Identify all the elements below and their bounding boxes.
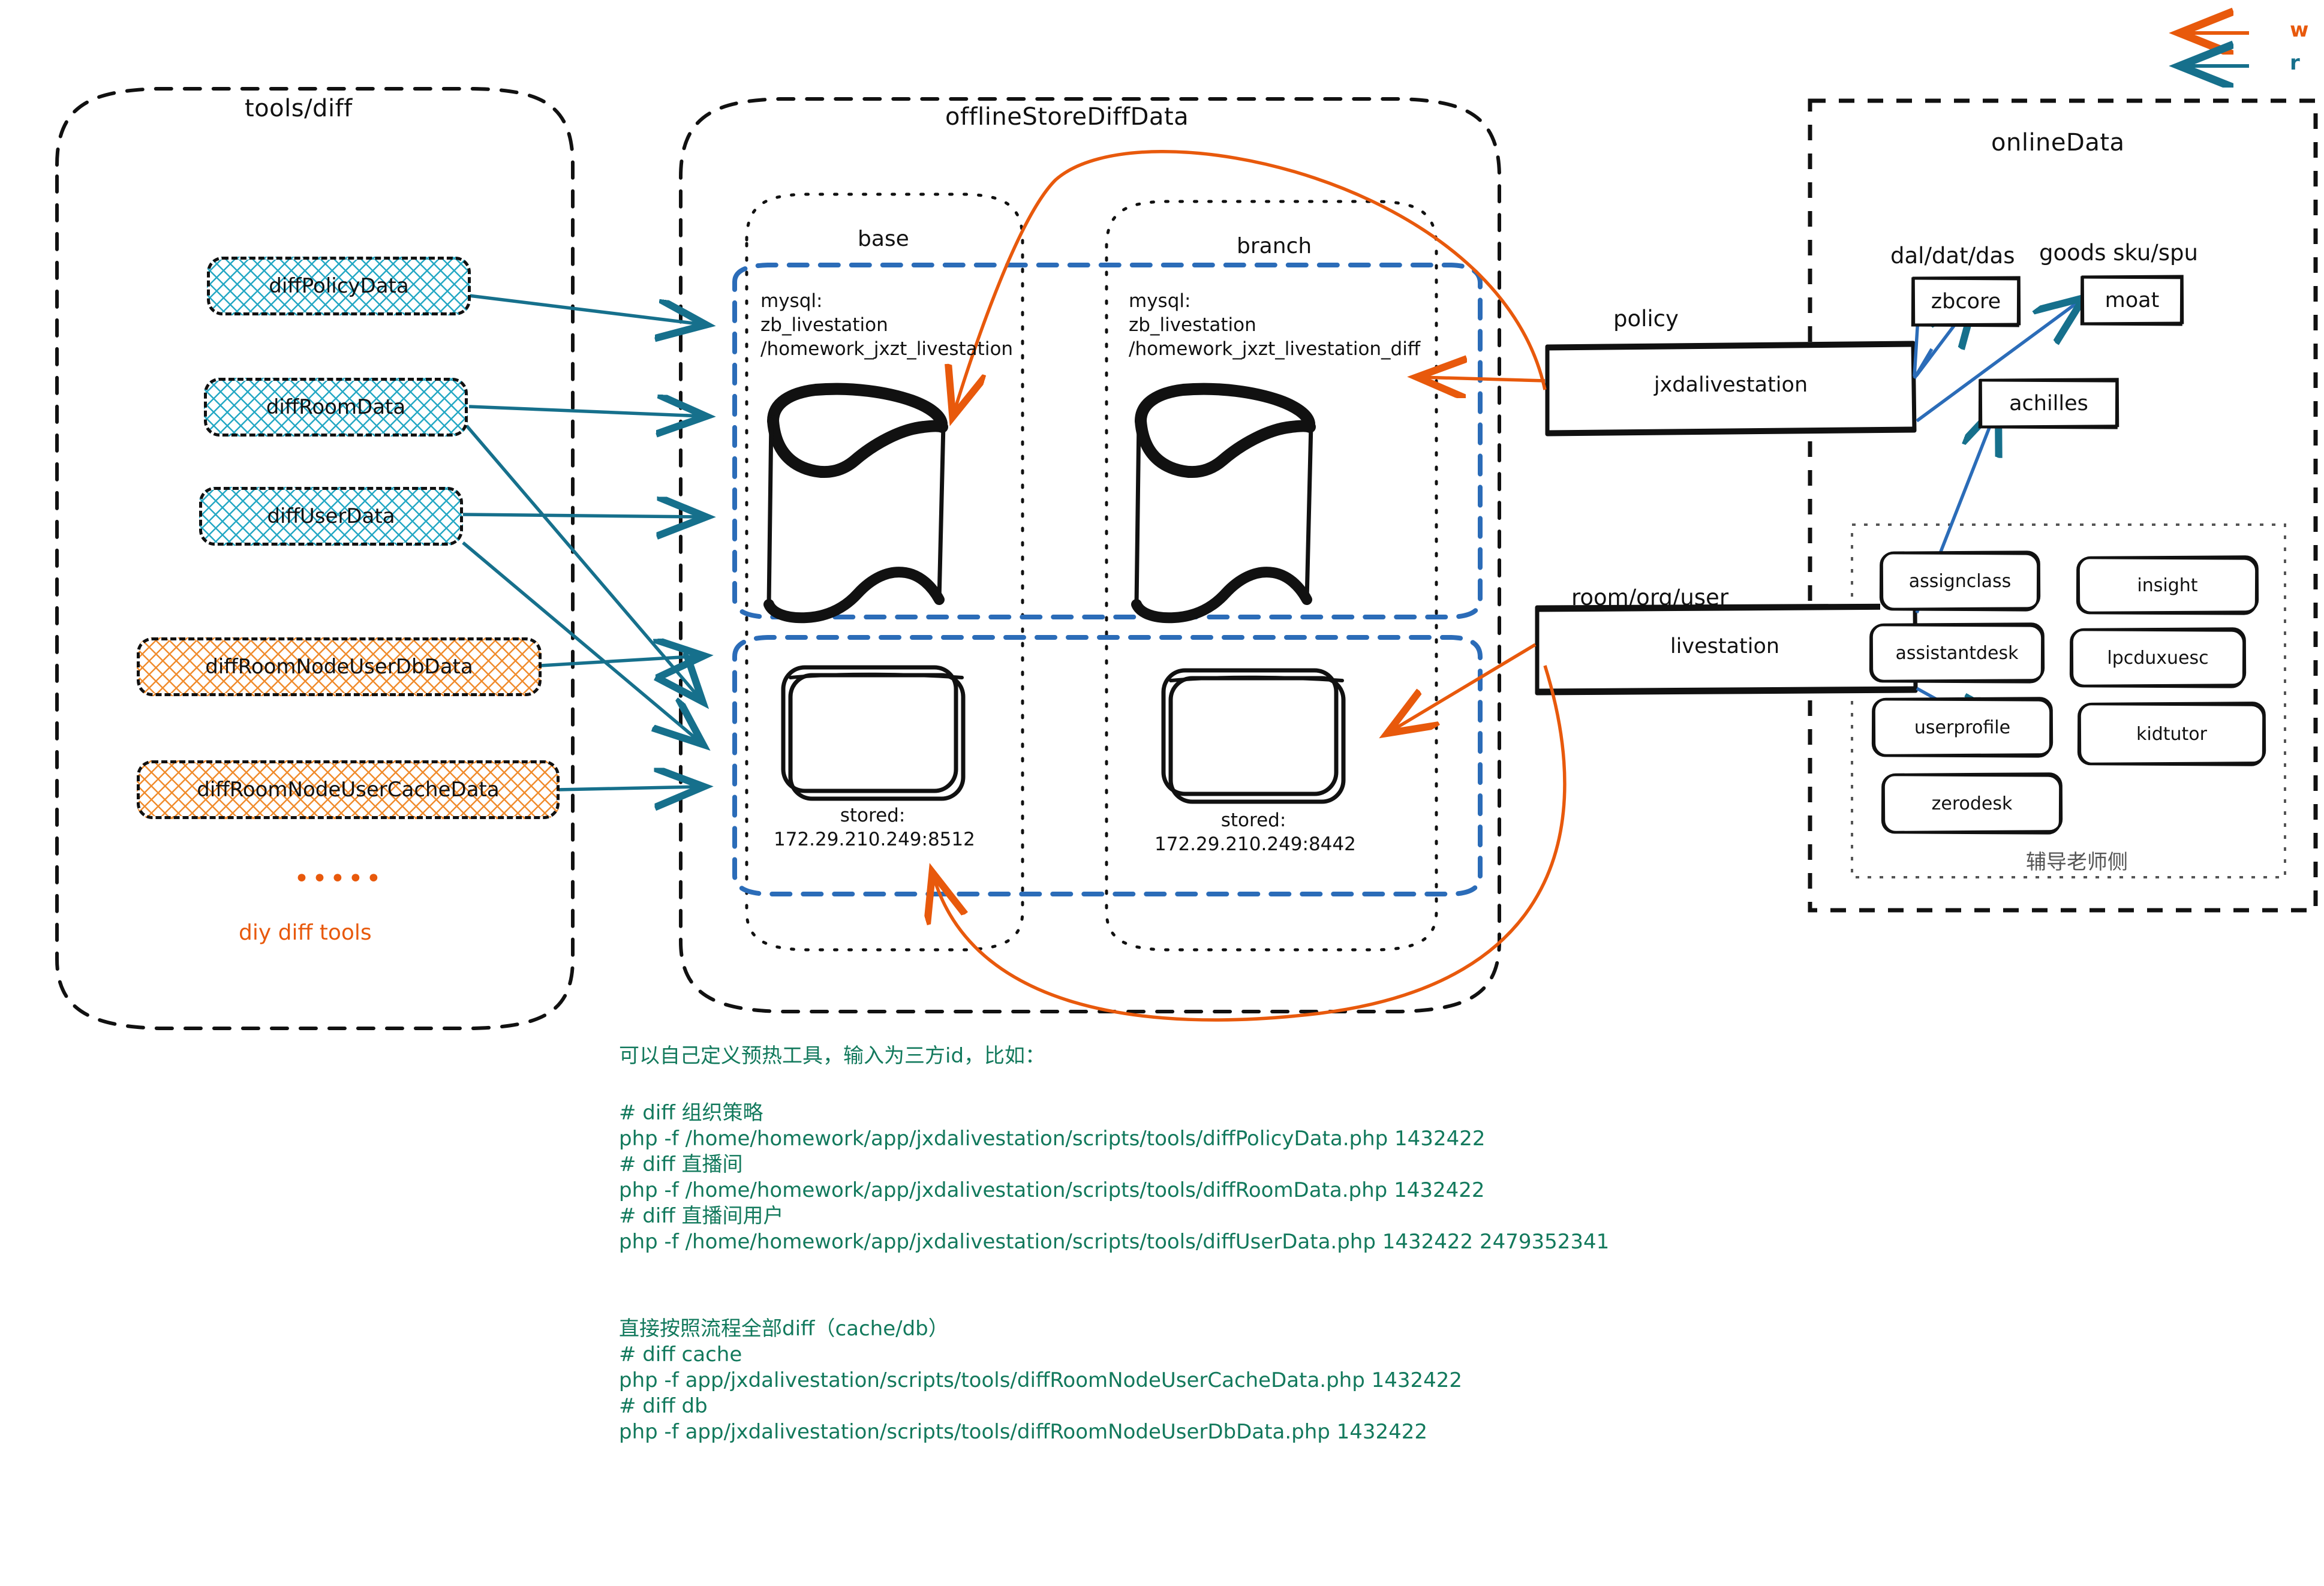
- arrow-diffcache-to-stored: [557, 787, 700, 790]
- base-stored-label: stored:: [840, 805, 906, 826]
- arrow-write-livestation-to-stored: [1390, 643, 1537, 732]
- branch-stored-value: 172.29.210.249:8442: [1155, 833, 1356, 855]
- arrow-jxdalivestation-to-zbcore: [1913, 348, 1934, 380]
- base-stored-shape: [781, 665, 966, 801]
- online-node-zbcore[interactable]: zbcore: [1912, 277, 2020, 326]
- stored-region-border: [732, 635, 1483, 896]
- service-label: assistantdesk: [1895, 642, 2019, 664]
- base-database-cylinder: [763, 383, 948, 624]
- service-label: lpcduxuesc: [2107, 647, 2209, 669]
- room-org-user-caption: room/org/user: [1571, 585, 1729, 610]
- tool-box-diffroomnodeusercachedata[interactable]: diffRoomNodeUserCacheData: [137, 760, 560, 819]
- notes-intro: 可以自己定义预热工具，输入为三方id，比如：: [619, 1044, 1046, 1068]
- node-label: moat: [2104, 288, 2160, 312]
- online-group-title: onlineData: [1991, 129, 2125, 157]
- goods-sku-spu-caption: goods sku/spu: [2039, 240, 2198, 266]
- tool-label: diffRoomNodeUserDbData: [205, 655, 473, 679]
- jxdalivestation-label[interactable]: jxdalivestation: [1565, 373, 1896, 397]
- tool-box-diffpolicydata[interactable]: diffPolicyData: [207, 257, 471, 315]
- base-column-title: base: [858, 227, 909, 251]
- tools-footer-label: diy diff tools: [239, 920, 372, 945]
- service-label: userprofile: [1914, 717, 2011, 738]
- branch-database-cylinder: [1131, 383, 1316, 624]
- livestation-label[interactable]: livestation: [1559, 634, 1890, 658]
- branch-stored-shape: [1161, 668, 1346, 804]
- service-lpcduxuesc[interactable]: lpcduxuesc: [2070, 628, 2245, 687]
- offline-group-title: offlineStoreDiffData: [945, 103, 1189, 131]
- offline-group-border: [679, 97, 1501, 1013]
- notes-block-1: # diff 组织策略 php -f /home/homework/app/jx…: [619, 1101, 1610, 1254]
- notes-block-2: 直接按照流程全部diff（cache/db） # diff cache php …: [619, 1317, 1463, 1444]
- branch-stored-label: stored:: [1220, 809, 1286, 831]
- service-userprofile[interactable]: userprofile: [1872, 698, 2052, 757]
- service-assistantdesk[interactable]: assistantdesk: [1870, 624, 2044, 682]
- diagram-canvas: w r tools/diff offlineStoreDiffData onli…: [0, 0, 2324, 1586]
- service-assignclass[interactable]: assignclass: [1880, 552, 2040, 610]
- dal-dat-das-caption: dal/dat/das: [1890, 243, 2015, 269]
- service-label: zerodesk: [1931, 793, 2013, 814]
- service-insight[interactable]: insight: [2077, 556, 2258, 614]
- arrow-write-jxdalivestation-to-branch: [1420, 377, 1546, 381]
- teacher-panel-footer: 辅导老师侧: [2026, 850, 2128, 874]
- service-kidtutor[interactable]: kidtutor: [2078, 703, 2265, 765]
- arrow-diffpolicy-to-offline: [468, 294, 703, 324]
- legend-write-label: w: [2290, 18, 2309, 42]
- node-label: zbcore: [1931, 290, 2001, 314]
- tools-group-title: tools/diff: [245, 95, 353, 122]
- arrow-diffdb-to-stored: [540, 656, 700, 666]
- service-label: assignclass: [1908, 570, 2012, 592]
- arrow-diffuser-to-offline: [462, 514, 703, 517]
- tool-box-diffroomnodeuserdbdata[interactable]: diffRoomNodeUserDbData: [137, 637, 542, 696]
- tool-label: diffRoomData: [266, 395, 406, 419]
- service-label: kidtutor: [2136, 723, 2207, 745]
- branch-db-lines: mysql: zb_livestation /homework_jxzt_liv…: [1129, 290, 1421, 360]
- service-label: insight: [2137, 574, 2198, 596]
- tools-ellipsis: •••••: [294, 863, 384, 894]
- branch-column-title: branch: [1237, 234, 1312, 258]
- online-node-moat[interactable]: moat: [2081, 276, 2183, 325]
- arrow-write-curve-to-base: [954, 149, 1547, 414]
- legend-read-label: r: [2290, 51, 2300, 75]
- base-db-lines: mysql: zb_livestation /homework_jxzt_liv…: [760, 290, 1014, 360]
- base-stored-value: 172.29.210.249:8512: [774, 829, 975, 850]
- tool-label: diffPolicyData: [269, 274, 409, 298]
- policy-caption: policy: [1613, 306, 1679, 332]
- tool-box-diffuserdata[interactable]: diffUserData: [199, 487, 463, 546]
- node-label: achilles: [2009, 392, 2088, 416]
- tool-box-diffroomdata[interactable]: diffRoomData: [204, 378, 468, 437]
- tool-label: diffRoomNodeUserCacheData: [197, 778, 500, 802]
- arrow-diffroom-to-offline: [468, 407, 703, 416]
- service-zerodesk[interactable]: zerodesk: [1882, 774, 2062, 833]
- tool-label: diffUserData: [267, 504, 395, 528]
- online-node-achilles[interactable]: achilles: [1979, 379, 2118, 428]
